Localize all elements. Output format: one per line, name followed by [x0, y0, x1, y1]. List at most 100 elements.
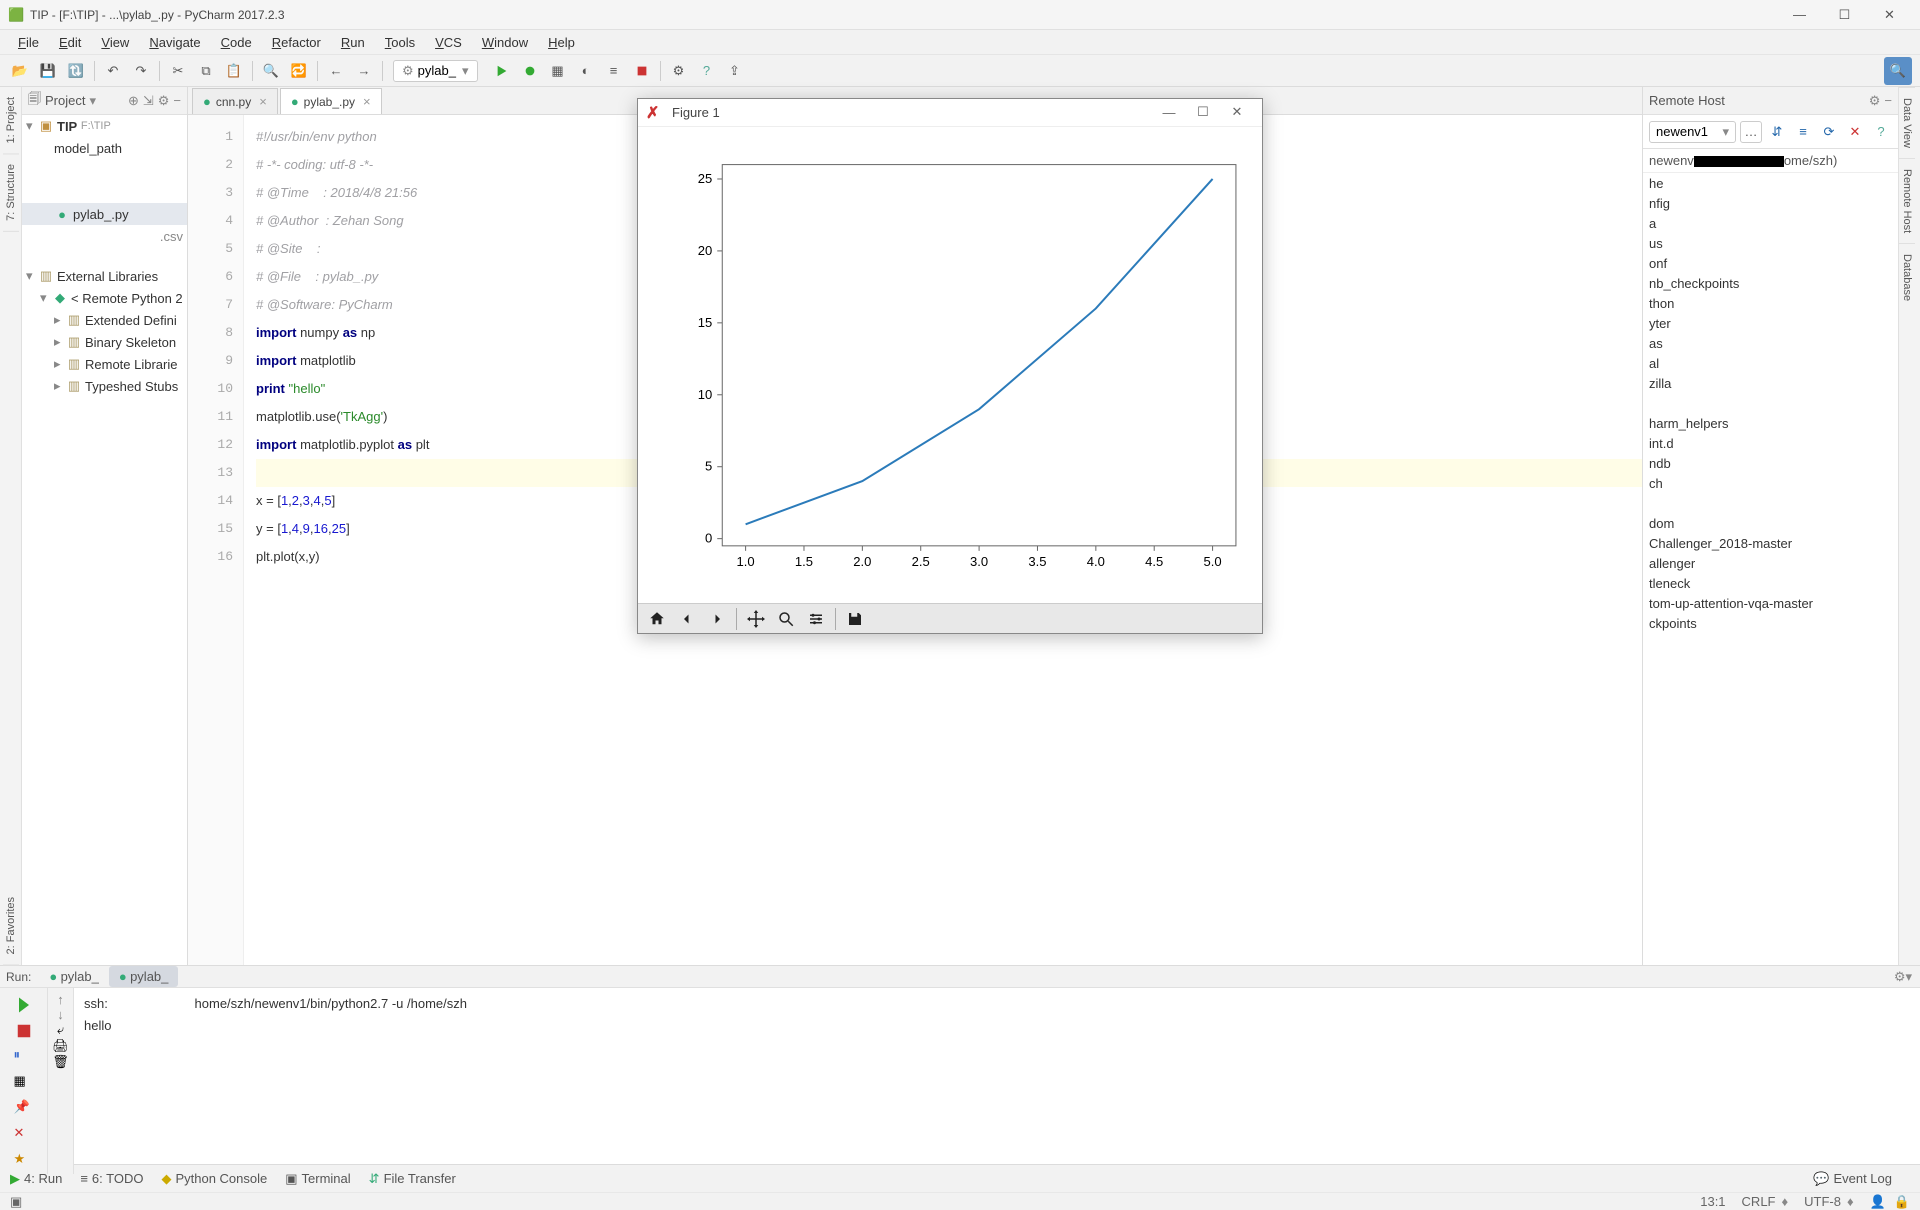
stop-icon[interactable]: [14, 1021, 34, 1041]
gear-icon[interactable]: ⚙: [1869, 93, 1881, 109]
remote-tree-item[interactable]: yter: [1643, 313, 1898, 333]
run-tab-1[interactable]: ● pylab_: [109, 966, 179, 987]
disconnect-icon[interactable]: ✕: [1844, 121, 1866, 143]
mpl-forward-icon[interactable]: [702, 606, 732, 632]
sync-icon[interactable]: 🔃: [64, 59, 88, 83]
bb-pyconsole[interactable]: ◆Python Console: [161, 1171, 267, 1187]
figure-minimize-icon[interactable]: —: [1152, 105, 1186, 120]
hide-icon[interactable]: −: [1884, 93, 1892, 108]
refresh-icon[interactable]: ⟳: [1818, 121, 1840, 143]
remote-env-selector[interactable]: newenv1▾: [1649, 121, 1736, 143]
menu-vcs[interactable]: VCS: [425, 35, 472, 50]
status-indicator-icon[interactable]: ▣: [10, 1194, 22, 1210]
bb-filetransfer[interactable]: ⇵File Transfer: [369, 1171, 456, 1187]
remote-tree-item[interactable]: ndb: [1643, 453, 1898, 473]
bb-eventlog[interactable]: 💬Event Log: [1813, 1171, 1892, 1187]
remote-tree-item[interactable]: Challenger_2018-master: [1643, 533, 1898, 553]
print-icon[interactable]: 🖨: [52, 1038, 69, 1054]
open-icon[interactable]: 📂: [8, 59, 32, 83]
remote-tree-item[interactable]: he: [1643, 173, 1898, 193]
run-tab-0[interactable]: ● pylab_: [39, 966, 109, 987]
search-everywhere-icon[interactable]: 🔍: [1884, 57, 1912, 85]
menu-help[interactable]: Help: [538, 35, 585, 50]
copy-icon[interactable]: ⧉: [194, 59, 218, 83]
maximize-button[interactable]: ☐: [1822, 1, 1867, 29]
bb-run[interactable]: ▶4: Run: [10, 1171, 62, 1187]
run-gear-icon[interactable]: ⚙▾: [1894, 969, 1912, 985]
menu-run[interactable]: Run: [331, 35, 375, 50]
forward-icon[interactable]: →: [352, 59, 376, 83]
debug-button[interactable]: [518, 59, 542, 83]
redo-icon[interactable]: ↷: [129, 59, 153, 83]
menu-tools[interactable]: Tools: [375, 35, 425, 50]
bb-terminal[interactable]: ▣Terminal: [285, 1171, 350, 1187]
menu-navigate[interactable]: Navigate: [139, 35, 210, 50]
file-encoding[interactable]: UTF-8: [1804, 1194, 1841, 1209]
close-button[interactable]: ✕: [1867, 1, 1912, 29]
help-run-icon[interactable]: ★: [14, 1151, 34, 1171]
project-tree[interactable]: ▾▣TIP F:\TIP model_path ●pylab_.py .csv …: [22, 115, 187, 965]
line-separator[interactable]: CRLF: [1742, 1194, 1776, 1209]
mpl-zoom-icon[interactable]: [771, 606, 801, 632]
minimize-button[interactable]: —: [1777, 1, 1822, 29]
remote-tree-item[interactable]: harm_helpers: [1643, 413, 1898, 433]
figure-close-icon[interactable]: ✕: [1220, 104, 1254, 120]
mpl-configure-icon[interactable]: [801, 606, 831, 632]
remote-tree-item[interactable]: ch: [1643, 473, 1898, 493]
figure-window[interactable]: ✗ Figure 1 — ☐ ✕ 1.01.52.02.53.03.54.04.…: [637, 98, 1263, 634]
left-tab-structure[interactable]: 7: Structure: [3, 154, 19, 232]
mpl-home-icon[interactable]: [642, 606, 672, 632]
down-stack-icon[interactable]: ↓: [57, 1007, 64, 1022]
remote-tree-item[interactable]: ckpoints: [1643, 613, 1898, 633]
remote-tree-item[interactable]: int.d: [1643, 433, 1898, 453]
save-all-icon[interactable]: 💾: [36, 59, 60, 83]
menu-code[interactable]: Code: [211, 35, 262, 50]
replace-icon[interactable]: 🔁: [287, 59, 311, 83]
menu-window[interactable]: Window: [472, 35, 538, 50]
right-tab-dataview[interactable]: Data View: [1899, 87, 1915, 158]
bb-todo[interactable]: ≡6: TODO: [80, 1171, 143, 1186]
find-icon[interactable]: 🔍: [259, 59, 283, 83]
help-icon[interactable]: ?: [695, 59, 719, 83]
remote-tree-item[interactable]: al: [1643, 353, 1898, 373]
more-button[interactable]: …: [1740, 121, 1762, 143]
left-tab-favorites[interactable]: 2: Favorites: [3, 887, 19, 965]
up-stack-icon[interactable]: ↑: [57, 992, 64, 1007]
remote-tree-item[interactable]: nfig: [1643, 193, 1898, 213]
concurrency-button[interactable]: ≡: [602, 59, 626, 83]
remote-tree-item[interactable]: us: [1643, 233, 1898, 253]
collapse-icon[interactable]: ⇲: [143, 93, 154, 109]
run-config-selector[interactable]: ⚙ pylab_ ▾: [393, 60, 478, 82]
soft-wrap-icon[interactable]: ⤶: [57, 1022, 64, 1038]
remote-tree-item[interactable]: dom: [1643, 513, 1898, 533]
run-console[interactable]: ssh: home/szh/newenv1/bin/python2.7 -u /…: [74, 988, 1920, 1174]
mpl-save-icon[interactable]: [840, 606, 870, 632]
remote-tree-item[interactable]: as: [1643, 333, 1898, 353]
cut-icon[interactable]: ✂: [166, 59, 190, 83]
run-button[interactable]: [490, 59, 514, 83]
pin-icon[interactable]: 📌: [14, 1099, 34, 1119]
remote-tree-item[interactable]: onf: [1643, 253, 1898, 273]
right-tab-remote[interactable]: Remote Host: [1899, 158, 1915, 243]
lock-icon[interactable]: 🔒: [1894, 1194, 1910, 1210]
back-icon[interactable]: ←: [324, 59, 348, 83]
restore-layout-icon[interactable]: ▦: [14, 1073, 34, 1093]
undo-icon[interactable]: ↶: [101, 59, 125, 83]
remote-tree-item[interactable]: [1643, 393, 1898, 413]
caret-position[interactable]: 13:1: [1700, 1194, 1725, 1209]
pause-icon[interactable]: ⏸: [14, 1047, 34, 1067]
remote-tree-item[interactable]: nb_checkpoints: [1643, 273, 1898, 293]
editor-tab[interactable]: ●pylab_.py×: [280, 88, 382, 114]
inspect-indicator-icon[interactable]: 👤: [1870, 1194, 1886, 1210]
rerun-icon[interactable]: [14, 995, 34, 1015]
right-tab-database[interactable]: Database: [1899, 243, 1915, 311]
rh-help-icon[interactable]: ?: [1870, 121, 1892, 143]
editor-tab[interactable]: ●cnn.py×: [192, 88, 278, 114]
remote-tree-item[interactable]: tleneck: [1643, 573, 1898, 593]
remote-tree-item[interactable]: [1643, 493, 1898, 513]
settings-icon[interactable]: ⚙: [667, 59, 691, 83]
gear-icon[interactable]: ⚙: [158, 93, 170, 109]
deploy-icon[interactable]: ⇪: [723, 59, 747, 83]
locate-icon[interactable]: ⊕: [128, 93, 139, 109]
profile-button[interactable]: ◐: [574, 59, 598, 83]
